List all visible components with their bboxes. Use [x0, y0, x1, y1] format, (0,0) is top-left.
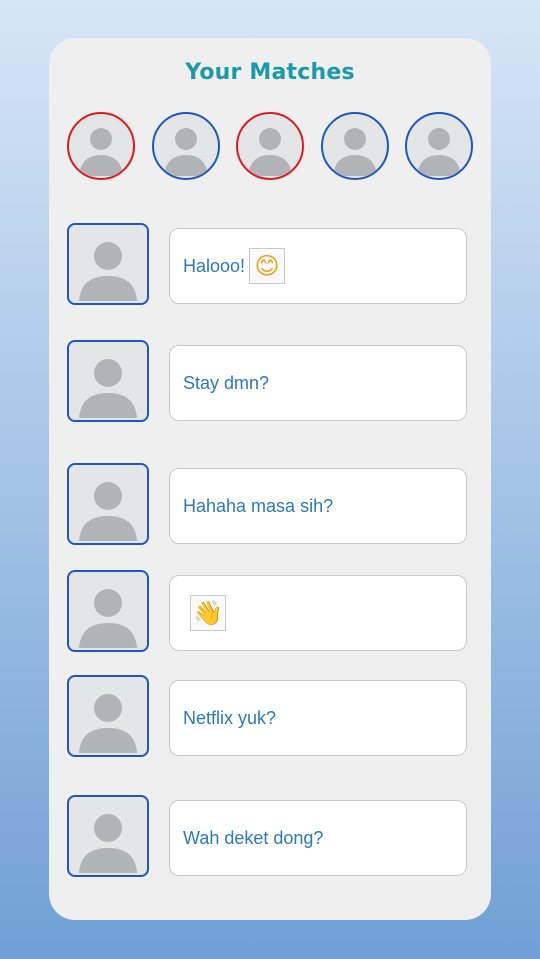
- person-icon: [79, 482, 137, 541]
- message-text: Wah deket dong?: [183, 827, 324, 848]
- chat-row-2[interactable]: Stay dmn?: [67, 340, 470, 423]
- chat-avatar[interactable]: [67, 570, 149, 652]
- message-text: Stay dmn?: [183, 372, 270, 393]
- person-icon: [79, 359, 137, 418]
- chat-avatar[interactable]: [67, 340, 149, 422]
- chat-list: Halooo! 😊 Stay dmn? Hahaha masa sih? 👋 N…: [49, 38, 491, 920]
- waving-hand-icon: 👋: [190, 595, 226, 631]
- message-text: Netflix yuk?: [183, 707, 277, 728]
- person-icon: [79, 814, 137, 873]
- chat-avatar[interactable]: [67, 223, 149, 305]
- person-icon: [79, 694, 137, 753]
- message-bubble[interactable]: Netflix yuk?: [169, 680, 467, 756]
- emoji-glyph: 😊: [254, 252, 280, 280]
- message-text: Hahaha masa sih?: [183, 495, 334, 516]
- person-icon: [79, 242, 137, 301]
- emoji-glyph: 👋: [193, 599, 223, 627]
- message-bubble[interactable]: Stay dmn?: [169, 345, 467, 421]
- person-icon: [79, 589, 137, 648]
- chat-avatar[interactable]: [67, 463, 149, 545]
- chat-avatar[interactable]: [67, 795, 149, 877]
- message-text: Halooo!: [183, 255, 246, 276]
- message-bubble[interactable]: Halooo! 😊: [169, 228, 467, 304]
- message-bubble[interactable]: 👋: [169, 575, 467, 651]
- matches-card: Your Matches Halooo! 😊 Stay dmn? Hahaha …: [49, 38, 491, 920]
- chat-row-1[interactable]: Halooo! 😊: [67, 223, 470, 306]
- message-bubble[interactable]: Hahaha masa sih?: [169, 468, 467, 544]
- smiling-face-icon: 😊: [249, 248, 286, 284]
- chat-row-4[interactable]: 👋: [67, 570, 470, 653]
- chat-avatar[interactable]: [67, 675, 149, 757]
- chat-row-6[interactable]: Wah deket dong?: [67, 795, 470, 878]
- message-bubble[interactable]: Wah deket dong?: [169, 800, 467, 876]
- chat-row-5[interactable]: Netflix yuk?: [67, 675, 470, 758]
- chat-row-3[interactable]: Hahaha masa sih?: [67, 463, 470, 546]
